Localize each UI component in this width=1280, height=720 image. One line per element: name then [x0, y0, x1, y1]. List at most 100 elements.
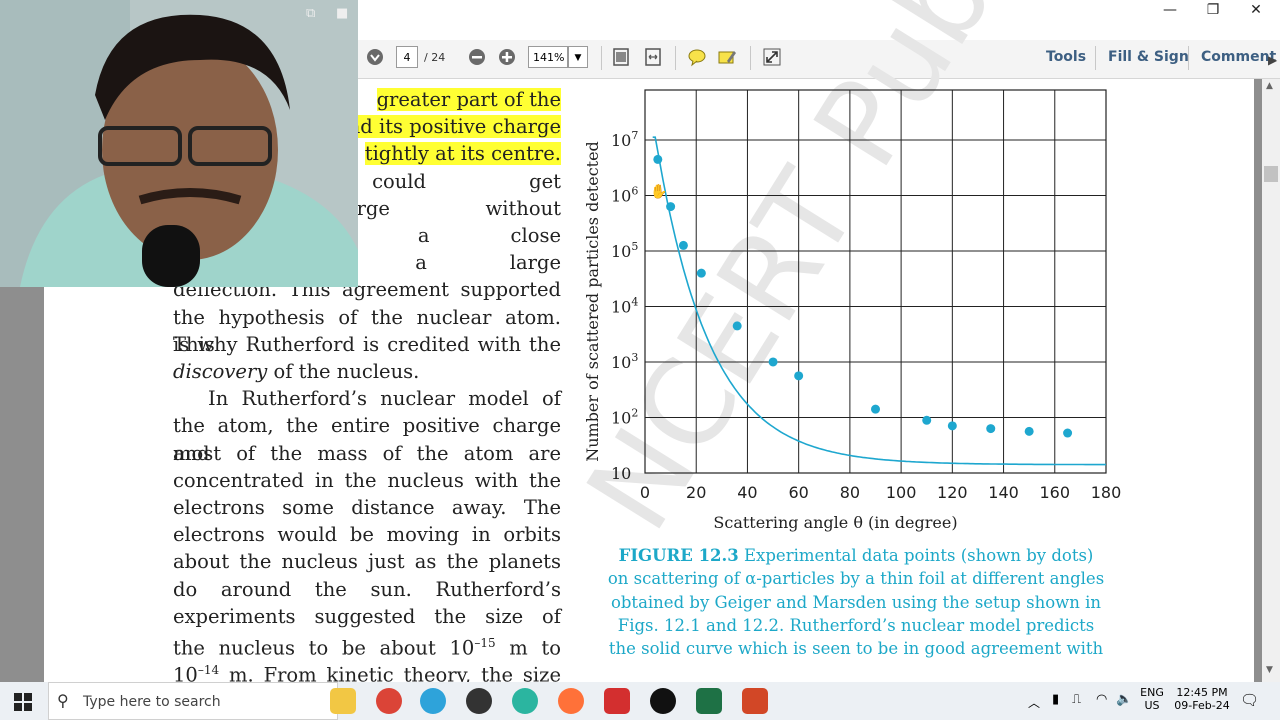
data-point — [871, 404, 880, 414]
x-tick-label: 20 — [686, 483, 706, 502]
next-page-icon[interactable] — [364, 47, 386, 69]
body-text-line: about the nucleus just as the planets — [173, 550, 561, 574]
data-point — [678, 240, 688, 250]
chart-grid — [644, 89, 1107, 474]
y-tick-label: 104 — [611, 295, 638, 316]
app-icon[interactable] — [466, 688, 492, 714]
x-tick-label: 60 — [788, 483, 808, 502]
body-text-line: electrons would be moving in orbits — [173, 523, 561, 547]
y-axis-label: Number of scattered particles detected — [583, 141, 602, 462]
body-text-line: is why Rutherford is credited with the — [173, 332, 561, 356]
tray-chevron-icon[interactable]: ︿ — [1028, 694, 1040, 711]
restore-button[interactable]: ❐ — [1190, 0, 1236, 22]
language-indicator[interactable]: ENG US — [1140, 686, 1164, 712]
fullscreen-icon[interactable] — [761, 47, 783, 69]
fit-page-icon[interactable] — [610, 47, 632, 69]
close-camera-icon[interactable]: ■ — [336, 6, 348, 21]
x-tick-label: 80 — [840, 483, 860, 502]
zoom-out-icon[interactable] — [466, 47, 488, 69]
y-tick-label: 105 — [611, 240, 638, 261]
fill-and-sign-menu[interactable]: Fill & Sign — [1108, 49, 1189, 65]
body-text-line: do around the sun. Rutherford’s — [173, 577, 561, 601]
clock[interactable]: 12:45 PM 09-Feb-24 — [1172, 686, 1232, 712]
webcam-overlay: ⧉ ■ — [0, 0, 358, 287]
y-tick-label: 106 — [611, 184, 638, 205]
tools-menu[interactable]: Tools — [1046, 49, 1086, 65]
scattering-chart: 107 106 105 104 103 102 10 0 20 40 60 80 100 120 140 1… — [583, 89, 1121, 532]
battery-icon[interactable]: ▮ — [1052, 692, 1059, 707]
hand-cursor-icon: ✋ — [650, 184, 668, 200]
y-tick-label: 10 — [611, 464, 631, 483]
data-point — [696, 268, 706, 278]
toolbar-divider — [601, 46, 602, 70]
search-icon: ⚲ — [57, 691, 69, 710]
data-point — [653, 154, 663, 164]
data-point — [768, 357, 778, 367]
obs-icon[interactable] — [650, 688, 676, 714]
notification-icon[interactable]: 🗨 — [1240, 691, 1259, 709]
zoom-in-icon[interactable] — [496, 47, 518, 69]
clock-time: 12:45 PM — [1176, 686, 1228, 699]
toolbar-divider — [675, 46, 676, 70]
network-icon[interactable]: ⎍ — [1072, 692, 1081, 707]
body-text-line: most of the mass of the atom are — [173, 441, 561, 465]
comment-menu[interactable]: Comment — [1201, 49, 1276, 65]
popout-icon[interactable]: ⧉ — [306, 6, 315, 21]
language-code: ENG — [1140, 686, 1164, 699]
page-total: / 24 — [424, 51, 446, 64]
x-axis-ticks: 0 20 40 60 80 100 120 140 160 180 — [640, 483, 1121, 502]
zoom-level-field[interactable]: 141% — [528, 46, 568, 68]
theory-curve — [652, 136, 1106, 466]
data-point — [1063, 428, 1073, 438]
toolbar-divider — [750, 46, 751, 70]
figure-label: FIGURE 12.3 — [618, 546, 739, 565]
toolbar-divider — [1095, 46, 1096, 70]
edge-icon[interactable] — [512, 688, 538, 714]
highlight-pen-icon[interactable] — [716, 47, 738, 69]
file-explorer-icon[interactable] — [330, 688, 356, 714]
x-tick-label: 40 — [737, 483, 757, 502]
y-axis-ticks: 107 106 105 104 103 102 10 — [611, 129, 638, 483]
pane-expand-icon[interactable]: ▶ — [1268, 53, 1277, 67]
presenter-video — [0, 0, 358, 287]
scrollbar-thumb[interactable] — [1264, 166, 1278, 182]
search-placeholder: Type here to search — [83, 694, 221, 710]
telegram-icon[interactable] — [420, 688, 446, 714]
zoom-dropdown-button[interactable]: ▼ — [568, 46, 588, 68]
data-point — [794, 371, 804, 381]
wifi-icon[interactable]: ◠ — [1096, 692, 1107, 707]
y-tick-label: 102 — [611, 406, 638, 427]
data-point — [732, 321, 742, 331]
data-point — [922, 415, 932, 425]
scroll-down-icon[interactable]: ▼ — [1266, 665, 1273, 675]
figure-caption: FIGURE 12.3 Experimental data points (sh… — [606, 544, 1106, 660]
windows-taskbar: ⚲ Type here to search ︿ ▮ ⎍ ◠ 🔈 ENG US 1… — [0, 682, 1280, 720]
chrome-icon[interactable] — [376, 688, 402, 714]
minimize-button[interactable]: — — [1147, 0, 1193, 22]
close-button[interactable]: ✕ — [1233, 0, 1279, 22]
taskbar-search-box[interactable]: ⚲ Type here to search — [48, 682, 338, 720]
data-point — [1024, 426, 1034, 436]
body-text-line: concentrated in the nucleus with the — [173, 468, 561, 492]
body-text-line: experiments suggested the size of — [173, 604, 561, 628]
excel-icon[interactable] — [696, 688, 722, 714]
windows-start-icon[interactable] — [14, 693, 32, 715]
firefox-icon[interactable] — [558, 688, 584, 714]
scroll-up-icon[interactable]: ▲ — [1266, 81, 1273, 91]
x-axis-label: Scattering angle θ (in degree) — [713, 513, 957, 532]
fit-width-icon[interactable] — [642, 47, 664, 69]
powerpoint-icon[interactable] — [742, 688, 768, 714]
toolbar-divider — [1188, 46, 1189, 70]
page-number-input[interactable]: 4 — [396, 46, 418, 68]
body-text-line: In Rutherford’s nuclear model of — [208, 387, 561, 411]
x-tick-label: 120 — [937, 483, 968, 502]
comment-bubble-icon[interactable] — [686, 47, 708, 69]
data-point — [666, 202, 676, 212]
acrobat-icon[interactable] — [604, 688, 630, 714]
plot-frame — [644, 89, 1107, 474]
volume-icon[interactable]: 🔈 — [1116, 692, 1132, 707]
x-tick-label: 160 — [1040, 483, 1071, 502]
clock-date: 09-Feb-24 — [1174, 699, 1230, 712]
data-point — [947, 421, 957, 431]
body-text-line: electrons some distance away. The — [173, 496, 561, 519]
